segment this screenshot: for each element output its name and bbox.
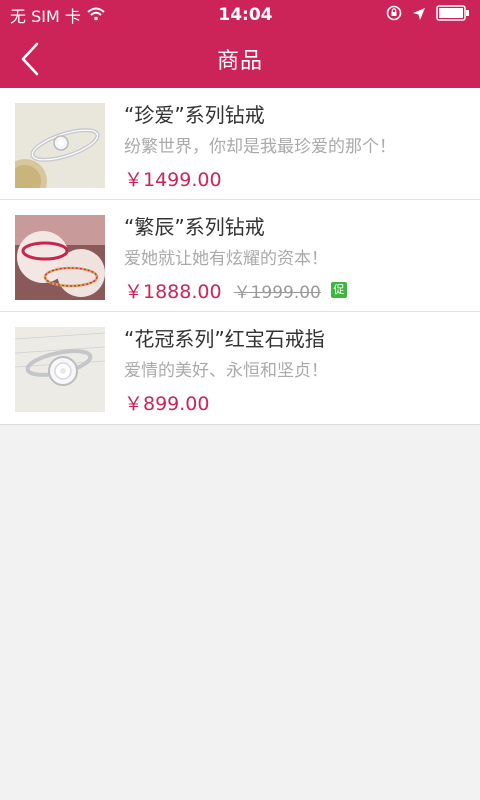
product-price: ￥1499.00 bbox=[124, 168, 222, 191]
carrier-label: 无 SIM 卡 bbox=[10, 7, 81, 26]
product-title: “珍爱”系列钻戒 bbox=[124, 103, 265, 127]
product-price: ￥899.00 bbox=[124, 392, 210, 415]
product-description: 纷繁世界，你却是我最珍爱的那个！ bbox=[124, 137, 396, 157]
product-title: “繁辰”系列钻戒 bbox=[124, 215, 265, 239]
product-item[interactable]: “珍爱”系列钻戒 纷繁世界，你却是我最珍爱的那个！ ￥1499.00 bbox=[0, 88, 480, 200]
status-bar: 无 SIM 卡 14:04 bbox=[0, 0, 480, 30]
product-image bbox=[15, 103, 105, 188]
page-title: 商品 bbox=[216, 49, 263, 74]
product-list: “珍爱”系列钻戒 纷繁世界，你却是我最珍爱的那个！ ￥1499.00 “繁辰”系… bbox=[0, 88, 480, 425]
back-button[interactable] bbox=[10, 39, 50, 79]
product-title: “花冠系列”红宝石戒指 bbox=[124, 327, 325, 351]
location-arrow-icon bbox=[412, 6, 426, 25]
product-original-price: ￥1999.00 bbox=[233, 282, 321, 303]
wifi-icon bbox=[87, 6, 105, 25]
product-image bbox=[15, 327, 105, 412]
battery-icon bbox=[436, 5, 470, 25]
rotation-lock-icon bbox=[386, 5, 402, 25]
chevron-left-icon bbox=[21, 42, 39, 76]
product-description: 爱她就让她有炫耀的资本！ bbox=[124, 249, 328, 269]
nav-bar: 商品 bbox=[0, 30, 480, 88]
product-item[interactable]: “繁辰”系列钻戒 爱她就让她有炫耀的资本！ ￥1888.00 ￥1999.00 … bbox=[0, 200, 480, 312]
promo-badge: 促 bbox=[330, 282, 347, 298]
product-item[interactable]: “花冠系列”红宝石戒指 爱情的美好、永恒和坚贞！ ￥899.00 bbox=[0, 312, 480, 424]
status-time: 14:04 bbox=[218, 5, 273, 25]
product-image bbox=[15, 215, 105, 300]
product-description: 爱情的美好、永恒和坚贞！ bbox=[124, 361, 328, 381]
product-price: ￥1888.00 bbox=[124, 280, 222, 303]
